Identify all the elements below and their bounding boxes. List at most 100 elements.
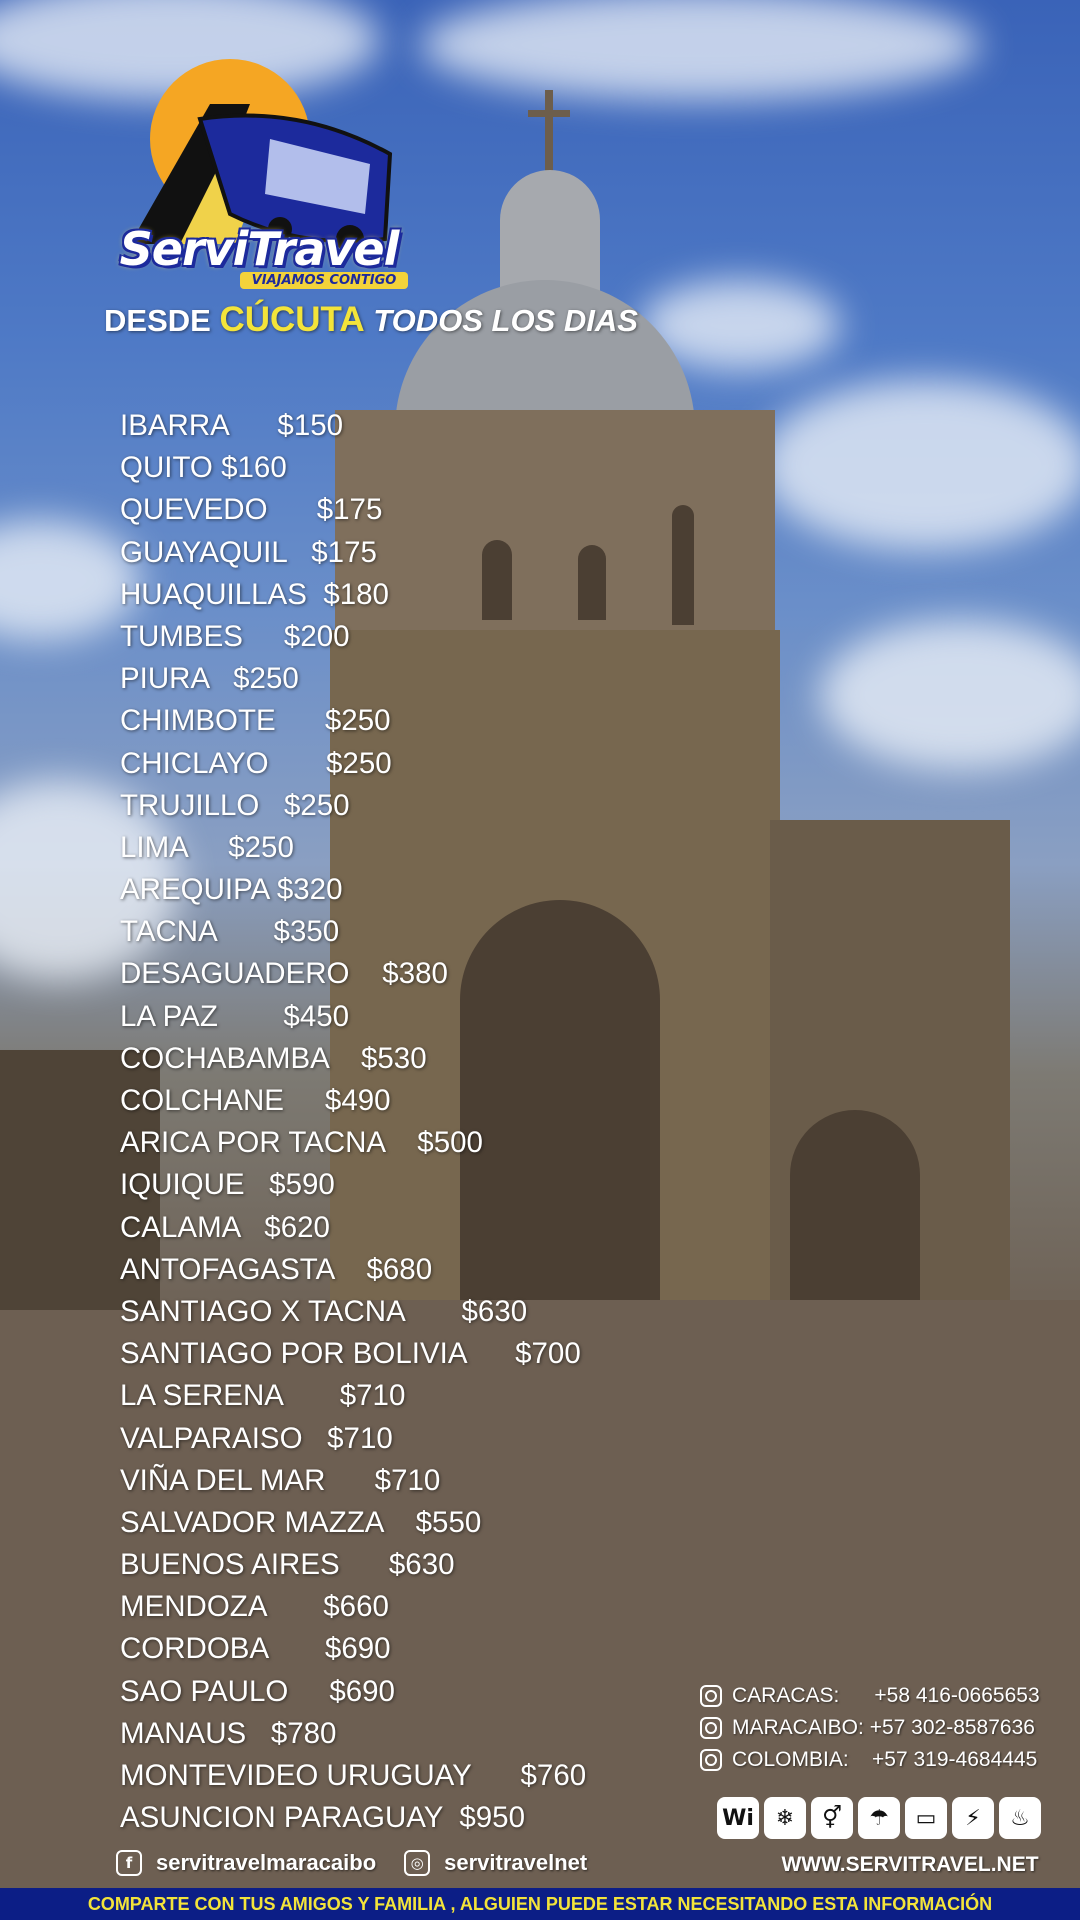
route-price: $450	[283, 999, 350, 1033]
route-destination: TUMBES	[120, 619, 243, 653]
route-gap	[276, 704, 325, 737]
contact-phone[interactable]: +57 319-4684445	[872, 1744, 1037, 1776]
route-gap	[328, 1042, 361, 1075]
route-destination: COCHABAMBA	[120, 1041, 329, 1075]
wifi-icon: Wi	[717, 1797, 759, 1839]
contact-phone[interactable]: +57 302-8587636	[870, 1712, 1035, 1744]
contact-phone[interactable]: +58 416-0665653	[874, 1680, 1039, 1712]
headline-suffix: TODOS LOS DIAS	[373, 303, 638, 338]
route-destination: QUITO	[120, 451, 213, 485]
cloud	[420, 0, 980, 100]
route-destination: LA SERENA	[120, 1379, 283, 1413]
route-gap	[218, 1000, 284, 1033]
whatsapp-icon	[700, 1717, 722, 1739]
route-price: $710	[339, 1379, 406, 1413]
route-destination: QUEVEDO	[120, 493, 268, 527]
route-price: $250	[283, 788, 350, 822]
route-price: $175	[311, 535, 377, 569]
headline-city: CÚCUTA	[219, 300, 365, 339]
cloud	[0, 520, 140, 640]
route-destination: COLCHANE	[120, 1084, 284, 1117]
route-price: $710	[327, 1421, 393, 1455]
whatsapp-icon	[700, 1685, 722, 1707]
route-price: $780	[270, 1716, 337, 1750]
route-gap	[307, 578, 323, 611]
social-links: f servitravelmaracaibo ◎ servitravelnet	[116, 1850, 615, 1876]
route-gap	[187, 831, 228, 864]
route-price: $630	[388, 1548, 455, 1582]
route-gap	[246, 1717, 271, 1750]
contact-label: COLOMBIA:	[732, 1748, 849, 1771]
route-row: VIÑA DEL MAR $710	[120, 1460, 740, 1502]
cloud	[820, 620, 1080, 770]
route-row: MONTEVIDEO URUGUAY $760	[120, 1755, 740, 1797]
route-row: MENDOZA $660	[120, 1586, 740, 1628]
route-row: IBARRA $150	[120, 405, 740, 447]
route-destination: CALAMA	[120, 1210, 240, 1244]
contact-label: MARACAIBO:	[732, 1716, 864, 1739]
route-destination: IBARRA	[120, 409, 229, 442]
route-price: $200	[283, 619, 350, 653]
contact-row[interactable]: MARACAIBO: +57 302-8587636	[700, 1712, 1070, 1744]
contact-label: CARACAS:	[732, 1684, 840, 1707]
route-destination: LA PAZ	[120, 999, 218, 1033]
route-price: $690	[329, 1674, 395, 1708]
route-row: IQUIQUE $590	[120, 1164, 740, 1206]
route-price: $680	[366, 1252, 433, 1286]
website-link[interactable]: WWW.SERVITRAVEL.NET	[760, 1853, 1060, 1877]
logo-tagline: VIAJAMOS CONTIGO	[240, 272, 408, 289]
route-destination: TRUJILLO	[120, 788, 260, 822]
power-outlet-icon: ⚡	[952, 1797, 994, 1839]
route-destination: HUAQUILLAS	[120, 577, 307, 611]
instagram-handle[interactable]: servitravelnet	[444, 1850, 587, 1876]
route-gap	[471, 1759, 520, 1792]
contact-row[interactable]: COLOMBIA: +57 319-4684445	[700, 1744, 1070, 1776]
route-row: SALVADOR MAZZA $550	[120, 1502, 740, 1544]
footer-text: COMPARTE CON TUS AMIGOS Y FAMILIA , ALGU…	[87, 1894, 993, 1914]
route-gap	[443, 1801, 459, 1834]
route-destination: MANAUS	[120, 1716, 247, 1750]
route-destination: DESAGUADERO	[120, 957, 350, 991]
route-gap	[216, 915, 273, 948]
route-gap	[268, 1632, 325, 1665]
route-price: $175	[316, 493, 383, 527]
route-row: GUAYAQUIL $175	[120, 532, 740, 574]
route-destination: SAO PAULO	[120, 1674, 289, 1708]
route-price: $320	[276, 873, 343, 907]
route-gap	[350, 957, 383, 990]
route-price: $180	[323, 577, 389, 611]
route-row: CHIMBOTE $250	[120, 700, 740, 742]
route-price: $760	[520, 1759, 587, 1792]
route-price: $380	[382, 957, 448, 991]
route-row: ANTOFAGASTA $680	[120, 1249, 740, 1291]
route-row: ASUNCION PARAGUAY $950	[120, 1797, 740, 1839]
route-gap	[259, 789, 284, 822]
route-row: HUAQUILLAS $180	[120, 574, 740, 616]
route-price: $630	[461, 1294, 528, 1328]
air-conditioning-icon: ❄	[764, 1797, 806, 1839]
route-row: QUEVEDO $175	[120, 489, 740, 531]
route-destination: TACNA	[120, 915, 217, 949]
route-row: TUMBES $200	[120, 616, 740, 658]
route-price: $530	[360, 1041, 427, 1075]
route-destination: SALVADOR MAZZA	[120, 1505, 383, 1539]
route-price: $350	[273, 915, 340, 949]
route-price: $250	[228, 830, 294, 864]
contact-row[interactable]: CARACAS: +58 416-0665653	[700, 1680, 1070, 1712]
route-row: SANTIAGO X TACNA $630	[120, 1291, 740, 1333]
route-row: ARICA POR TACNA $500	[120, 1122, 740, 1164]
route-price: $550	[415, 1505, 482, 1539]
route-destination: SANTIAGO POR BOLIVIA	[120, 1337, 466, 1371]
route-destination: MONTEVIDEO URUGUAY	[120, 1759, 472, 1792]
facebook-icon[interactable]: f	[116, 1850, 142, 1876]
route-destination: LIMA	[120, 830, 188, 864]
amenities-bar: Wi ❄ ⚥ ☂ ▭ ⚡ ♨	[717, 1797, 1041, 1839]
footer-bar: COMPARTE CON TUS AMIGOS Y FAMILIA , ALGU…	[0, 1888, 1080, 1920]
instagram-icon[interactable]: ◎	[404, 1850, 431, 1876]
route-row: COLCHANE $490	[120, 1080, 740, 1122]
route-price: $620	[264, 1210, 330, 1244]
route-price-list: IBARRA $150 QUITO $160 QUEVEDO $175 GUAYAQU…	[120, 405, 740, 1839]
contact-list: CARACAS: +58 416-0665653 MARACAIBO: +57 3…	[700, 1680, 1070, 1776]
facebook-handle[interactable]: servitravelmaracaibo	[156, 1850, 376, 1876]
cloud	[760, 380, 1080, 550]
